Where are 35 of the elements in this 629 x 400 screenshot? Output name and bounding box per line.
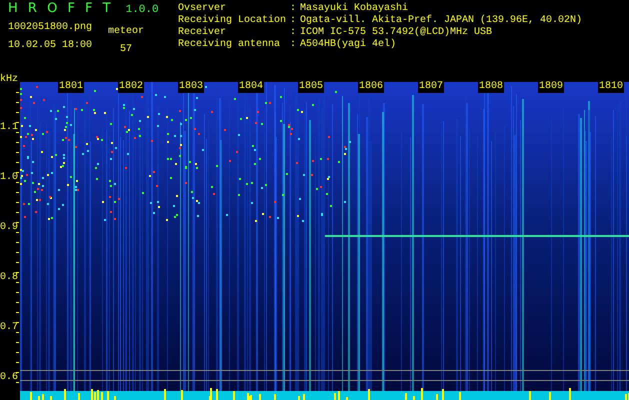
- minute-label: 1804: [238, 81, 264, 93]
- minute-label: 1805: [298, 81, 324, 93]
- minute-label: 1806: [358, 81, 384, 93]
- minute-label: 1808: [478, 81, 504, 93]
- info-separator: :: [290, 39, 298, 51]
- minute-label: 1809: [538, 81, 564, 93]
- info-label: Receiving antenna: [178, 39, 282, 51]
- info-value: A504HB(yagi 4el): [300, 39, 396, 51]
- frequency-label: 0.7: [0, 322, 18, 334]
- unit-label: kHz: [0, 74, 18, 86]
- info-separator: :: [290, 27, 298, 39]
- frequency-label: 1.0: [0, 172, 18, 184]
- info-label: Receiver: [178, 27, 228, 38]
- info-value: Masayuki Kobayashi: [300, 3, 408, 14]
- frequency-label: 0.9: [0, 222, 18, 234]
- info-separator: :: [290, 15, 298, 27]
- minute-label: 1807: [418, 81, 444, 93]
- app-version: 1.0.0: [126, 4, 159, 16]
- frequency-label: 1.1: [0, 122, 18, 134]
- info-label: Ovserver: [178, 3, 228, 14]
- info-label: Receiving Location: [178, 15, 288, 26]
- meteor-count: 57: [120, 44, 132, 56]
- minute-label: 1803: [178, 81, 204, 93]
- meteor-label: meteor: [108, 26, 144, 38]
- minute-label: 1810: [598, 81, 624, 93]
- minute-label: 1801: [58, 81, 84, 93]
- info-separator: :: [290, 3, 298, 15]
- file-name: 1002051800.png: [8, 22, 92, 34]
- frequency-label: 0.8: [0, 272, 18, 284]
- date-time: 10.02.05 18:00: [8, 40, 92, 52]
- minute-label: 1802: [118, 81, 144, 93]
- app-title: H R O F F T: [8, 3, 114, 15]
- info-value: Ogata-vill. Akita-Pref. JAPAN (139.96E, 40.02N): [300, 15, 582, 26]
- frequency-label: 0.6: [0, 372, 18, 384]
- info-value: ICOM IC-575 53.7492(@LCD)MHz USB: [300, 27, 492, 38]
